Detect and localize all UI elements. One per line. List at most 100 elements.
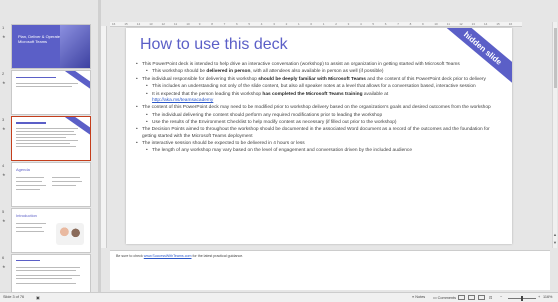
thumbnail-image[interactable] xyxy=(11,254,91,292)
ruler-tick: 8 xyxy=(409,22,412,26)
slide-number: 5 xyxy=(2,209,5,214)
ruler-tick: 5 xyxy=(248,22,251,26)
ruler-tick: 15 xyxy=(496,22,500,26)
slide-number: 1 xyxy=(2,25,5,30)
ruler-tick: 1 xyxy=(322,22,325,26)
bullet: The individual responsible for deliverin… xyxy=(136,77,496,83)
slide-thumbnail-6[interactable]: 6 ★ xyxy=(2,254,96,292)
ruler-tick: 16 xyxy=(112,22,116,26)
slide-number: 2 xyxy=(2,71,5,76)
ruler-tick: 3 xyxy=(347,22,350,26)
slide-body[interactable]: This PowerPoint deck is intended to help… xyxy=(136,62,496,156)
ruler-tick: 6 xyxy=(384,22,387,26)
slide-number: 3 xyxy=(2,117,5,122)
bullet: This includes an understanding not only … xyxy=(136,84,496,90)
thumbnail-image[interactable]: Plan, Deliver & Operate Microsoft Teams xyxy=(11,24,91,69)
thumbnail-image[interactable] xyxy=(11,70,91,115)
ruler-tick: 6 xyxy=(236,22,238,26)
ruler-tick: 10 xyxy=(434,22,438,26)
bullet: This PowerPoint deck is intended to help… xyxy=(136,62,496,68)
ruler-tick: 2 xyxy=(335,22,337,26)
ruler-tick: 7 xyxy=(397,22,399,26)
slide-sorter-button[interactable] xyxy=(468,295,475,300)
slide-title[interactable]: How to use this deck xyxy=(140,36,288,54)
ruler-tick: 12 xyxy=(161,22,165,26)
star-icon: ★ xyxy=(2,172,6,177)
bullet: The individual delivering the content sh… xyxy=(136,113,496,119)
thumbnail-title: Plan, Deliver & Operate Microsoft Teams xyxy=(18,34,61,44)
slide-counter: Slide 3 of 76 xyxy=(3,295,25,299)
ruler-tick: 9 xyxy=(198,22,201,26)
ruler-tick: 14 xyxy=(136,22,141,26)
thumbnail-photo xyxy=(60,25,90,68)
zoom-slider-thumb[interactable] xyxy=(521,295,523,301)
ruler-tick: 14 xyxy=(484,22,488,26)
ruler-tick: 16 xyxy=(508,22,513,26)
star-icon: ★ xyxy=(2,218,6,223)
slide-number: 6 xyxy=(2,255,5,260)
star-icon: ★ xyxy=(2,80,6,85)
ruler-tick: 11 xyxy=(446,22,450,26)
notes-pane[interactable]: Be sure to check www.SuccessWithTeams.co… xyxy=(110,250,550,290)
comments-button[interactable]: ▭ Comments xyxy=(433,295,456,300)
ruler-tick: 1 xyxy=(298,22,300,26)
bullet: It is expected that the person leading t… xyxy=(136,92,496,104)
ruler-tick: 9 xyxy=(422,22,424,26)
ruler-tick: 4 xyxy=(260,22,263,26)
normal-view-button[interactable] xyxy=(458,295,465,300)
thumbnail-image[interactable]: Agenda xyxy=(11,162,91,207)
slide-thumbnail-2[interactable]: 2 ★ xyxy=(2,70,96,120)
ruler-tick: 11 xyxy=(174,22,178,26)
zoom-in-icon[interactable]: + xyxy=(538,295,540,299)
ruler-tick: 10 xyxy=(186,22,190,26)
speaker-notes[interactable]: Be sure to check www.SuccessWithTeams.co… xyxy=(116,254,544,258)
bullet: The Decision Points aimed to throughout … xyxy=(136,127,496,139)
bullet: The interactive session should be expect… xyxy=(136,141,496,147)
ruler-tick: 0 xyxy=(310,22,313,26)
spellcheck-icon[interactable]: ▣ xyxy=(36,295,40,300)
slide-thumbnail-1[interactable]: 1 ★ Plan, Deliver & Operate Microsoft Te… xyxy=(2,24,96,74)
bullet: The length of any workshop may vary base… xyxy=(136,148,496,154)
status-bar: Slide 3 of 76 ▣ ≡ Notes ▭ Comments ⊡ − +… xyxy=(0,292,558,302)
zoom-out-icon[interactable]: − xyxy=(500,295,502,299)
slide-number: 4 xyxy=(2,163,5,168)
ruler-tick: 15 xyxy=(124,22,128,26)
ruler-tick: 13 xyxy=(149,22,153,26)
slide-thumbnail-4[interactable]: 4 ★ Agenda xyxy=(2,162,96,212)
ruler-tick: 13 xyxy=(471,22,475,26)
thumbnail-image[interactable] xyxy=(11,116,91,161)
star-icon: ★ xyxy=(2,264,6,269)
thumbnail-photo xyxy=(56,223,84,245)
ruler-tick: 8 xyxy=(211,22,213,26)
slide-thumbnail-3[interactable]: 3 ★ xyxy=(2,116,96,166)
scroll-thumb[interactable] xyxy=(554,28,557,88)
next-slide-icon[interactable]: ▼ xyxy=(553,240,557,245)
notes-button[interactable]: ≡ Notes xyxy=(412,295,425,299)
slide-canvas[interactable]: How to use this deck hidden slide This P… xyxy=(126,28,512,244)
slide-thumbnail-5[interactable]: 5 ★ Introduction xyxy=(2,208,96,258)
ruler-tick: 4 xyxy=(360,22,362,26)
star-icon: ★ xyxy=(2,126,6,131)
teams-academy-link[interactable]: http://aka.ms/teamsacademy xyxy=(152,98,213,103)
ruler-tick: 12 xyxy=(459,22,463,26)
ruler-tick: 2 xyxy=(285,22,288,26)
ruler-tick: 3 xyxy=(273,22,275,26)
reading-view-button[interactable] xyxy=(478,295,485,300)
previous-slide-icon[interactable]: ▲ xyxy=(553,232,557,237)
thumbnail-image[interactable]: Introduction xyxy=(11,208,91,253)
slideshow-icon[interactable]: ⊡ xyxy=(489,295,492,300)
horizontal-ruler: 16 15 14 13 12 11 10 9 8 7 6 5 4 3 2 1 0 1 2 3 4 5 6 7 8 9 10 11 12 1… xyxy=(110,22,522,27)
slide-thumbnail-pane[interactable]: 1 ★ Plan, Deliver & Operate Microsoft Te… xyxy=(0,0,98,292)
thumbnail-heading: Agenda xyxy=(16,167,30,172)
notes-link[interactable]: www.SuccessWithTeams.com xyxy=(144,254,192,258)
bullet: The content of this PowerPoint deck may … xyxy=(136,105,496,111)
zoom-level[interactable]: 116% xyxy=(543,295,552,299)
ruler-tick: 7 xyxy=(223,22,226,26)
vertical-ruler xyxy=(101,26,107,248)
vertical-scrollbar[interactable] xyxy=(552,22,557,248)
hidden-slide-label: hidden slide xyxy=(462,29,504,67)
bullet: Use the results of the Environment Check… xyxy=(136,120,496,126)
hidden-ribbon xyxy=(65,117,90,136)
star-icon: ★ xyxy=(2,34,6,39)
ruler-tick: 5 xyxy=(372,22,375,26)
